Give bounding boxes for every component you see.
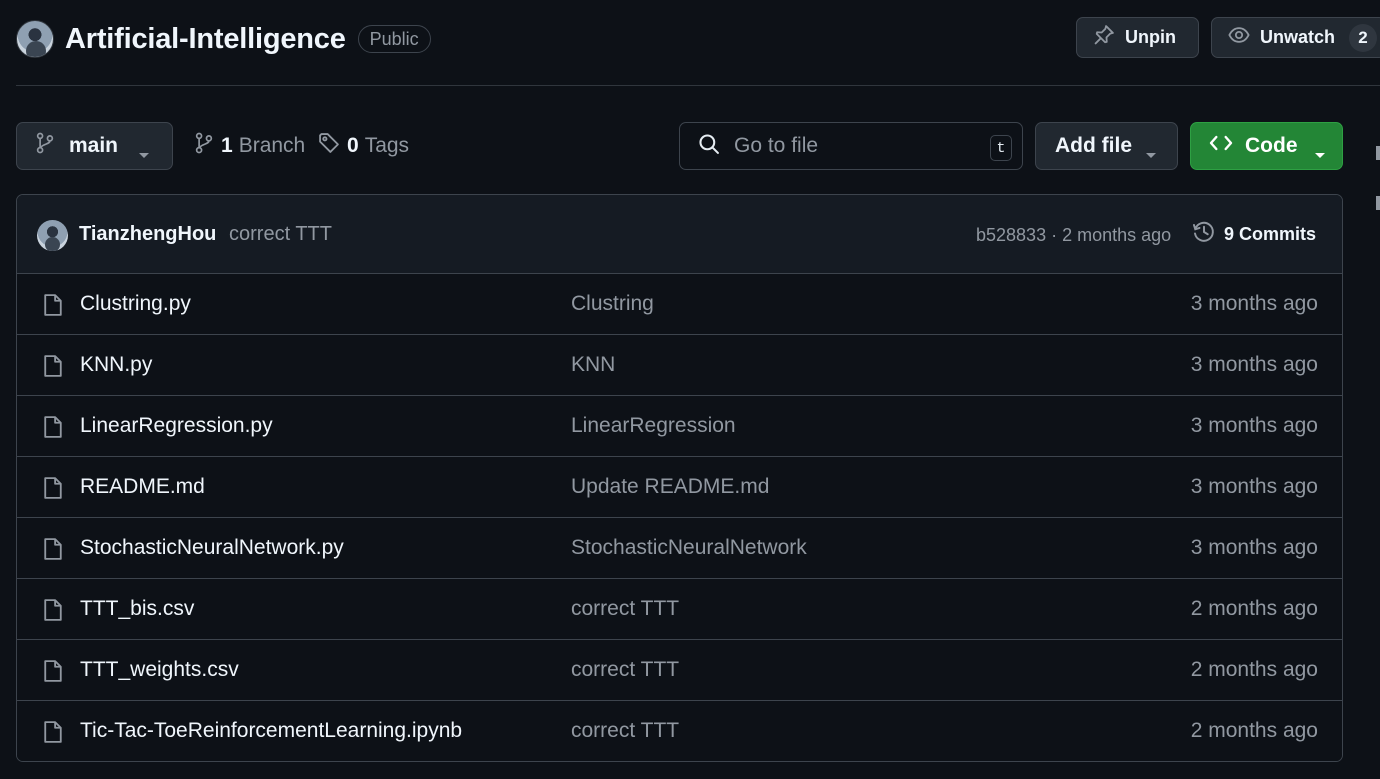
file-name-link[interactable]: Tic-Tac-ToeReinforcementLearning.ipynb	[80, 719, 462, 743]
file-commit-date: 3 months ago	[1190, 536, 1318, 559]
file-commit-message[interactable]: StochasticNeuralNetwork	[571, 536, 807, 560]
file-row[interactable]: README.md Update README.md 3 months ago	[17, 457, 1342, 518]
eye-icon	[1228, 24, 1250, 51]
file-row[interactable]: TTT_bis.csv correct TTT 2 months ago	[17, 579, 1342, 640]
commits-history-link[interactable]: 9 Commits	[1192, 220, 1316, 249]
file-commit-date: 2 months ago	[1190, 658, 1318, 681]
header-divider	[16, 85, 1380, 86]
file-commit-message[interactable]: Clustring	[571, 292, 654, 316]
repository-page: Artificial-Intelligence Public Unpin Unw…	[0, 0, 1380, 779]
file-row[interactable]: StochasticNeuralNetwork.py StochasticNeur…	[17, 518, 1342, 579]
file-row[interactable]: Tic-Tac-ToeReinforcementLearning.ipynb co…	[17, 701, 1342, 761]
header-actions: Unpin Unwatch 2	[1076, 17, 1380, 58]
file-commit-date: 2 months ago	[1190, 597, 1318, 620]
go-to-file-search[interactable]: t	[679, 122, 1023, 170]
search-icon	[698, 133, 720, 160]
file-row[interactable]: KNN.py KNN 3 months ago	[17, 335, 1342, 396]
latest-commit-bar: TianzhengHou correct TTT b528833 · 2 mon…	[17, 195, 1342, 274]
branch-label: Branch	[238, 134, 306, 157]
watchers-count: 2	[1349, 23, 1378, 52]
visibility-badge: Public	[357, 25, 431, 53]
file-rows: Clustring.py Clustring 3 months ago KNN.py K…	[17, 274, 1342, 761]
git-branch-icon	[194, 132, 214, 160]
tag-count: 0	[347, 134, 359, 157]
file-commit-message[interactable]: correct TTT	[571, 719, 679, 743]
code-label: Code	[1245, 134, 1298, 157]
scrollbar-edge	[1376, 146, 1380, 160]
file-icon	[43, 598, 63, 627]
unpin-label: Unpin	[1125, 27, 1176, 47]
code-icon	[1209, 133, 1233, 159]
branches-link[interactable]: 1 Branch	[194, 122, 305, 170]
file-commit-message[interactable]: LinearRegression	[571, 414, 736, 438]
history-icon	[1192, 220, 1216, 249]
add-file-button[interactable]: Add file	[1035, 122, 1178, 170]
branch-selector[interactable]: main	[16, 122, 173, 170]
file-commit-date: 3 months ago	[1190, 353, 1318, 376]
file-commit-date: 2 months ago	[1190, 719, 1318, 742]
repo-header: Artificial-Intelligence Public	[16, 20, 431, 58]
unwatch-label: Unwatch	[1260, 27, 1336, 47]
file-name-link[interactable]: LinearRegression.py	[80, 414, 273, 438]
commit-hash-time[interactable]: b528833 · 2 months ago	[976, 225, 1171, 246]
file-row[interactable]: Clustring.py Clustring 3 months ago	[17, 274, 1342, 335]
file-name-link[interactable]: Clustring.py	[80, 292, 191, 316]
file-commit-message[interactable]: correct TTT	[571, 597, 679, 621]
file-icon	[43, 415, 63, 444]
file-icon	[43, 720, 63, 749]
file-row[interactable]: TTT_weights.csv correct TTT 2 months ago	[17, 640, 1342, 701]
scrollbar-edge	[1376, 196, 1380, 210]
file-list: TianzhengHou correct TTT b528833 · 2 mon…	[16, 194, 1343, 762]
triangle-down-icon	[1314, 142, 1326, 166]
file-commit-date: 3 months ago	[1190, 475, 1318, 498]
file-commit-message[interactable]: Update README.md	[571, 475, 769, 499]
tag-label: Tags	[364, 134, 410, 157]
file-toolbar: main 1 Branch 0 Tags Go to file t Add fi…	[16, 122, 1343, 170]
add-file-label: Add file	[1055, 134, 1132, 157]
commit-message[interactable]: correct TTT	[229, 223, 332, 246]
commit-author-avatar[interactable]	[37, 220, 68, 251]
git-branch-icon	[35, 132, 55, 160]
file-icon	[43, 537, 63, 566]
repo-title[interactable]: Artificial-Intelligence	[65, 23, 346, 56]
file-name-link[interactable]: TTT_weights.csv	[80, 658, 239, 682]
branch-count: 1	[221, 134, 233, 157]
file-icon	[43, 476, 63, 505]
search-input[interactable]	[734, 134, 964, 158]
file-name-link[interactable]: StochasticNeuralNetwork.py	[80, 536, 344, 560]
branch-name: main	[69, 134, 119, 157]
commits-count: 9 Commits	[1224, 224, 1317, 244]
file-commit-message[interactable]: KNN	[571, 353, 615, 377]
pin-icon	[1093, 24, 1115, 51]
owner-avatar[interactable]	[16, 20, 54, 58]
file-icon	[43, 354, 63, 383]
file-icon	[43, 659, 63, 688]
tag-icon	[318, 132, 340, 160]
file-commit-date: 3 months ago	[1190, 292, 1318, 315]
file-commit-message[interactable]: correct TTT	[571, 658, 679, 682]
unpin-button[interactable]: Unpin	[1076, 17, 1199, 58]
triangle-down-icon	[1145, 142, 1157, 166]
file-commit-date: 3 months ago	[1190, 414, 1318, 437]
tags-link[interactable]: 0 Tags	[318, 122, 409, 170]
file-icon	[43, 293, 63, 322]
triangle-down-icon	[138, 142, 150, 166]
file-name-link[interactable]: KNN.py	[80, 353, 152, 377]
commit-author[interactable]: TianzhengHou	[79, 223, 216, 246]
file-row[interactable]: LinearRegression.py LinearRegression 3 mon…	[17, 396, 1342, 457]
file-name-link[interactable]: TTT_bis.csv	[80, 597, 194, 621]
file-name-link[interactable]: README.md	[80, 475, 205, 499]
unwatch-button[interactable]: Unwatch 2	[1211, 17, 1380, 58]
search-shortcut-hint: t	[990, 135, 1012, 161]
code-button[interactable]: Code	[1190, 122, 1343, 170]
